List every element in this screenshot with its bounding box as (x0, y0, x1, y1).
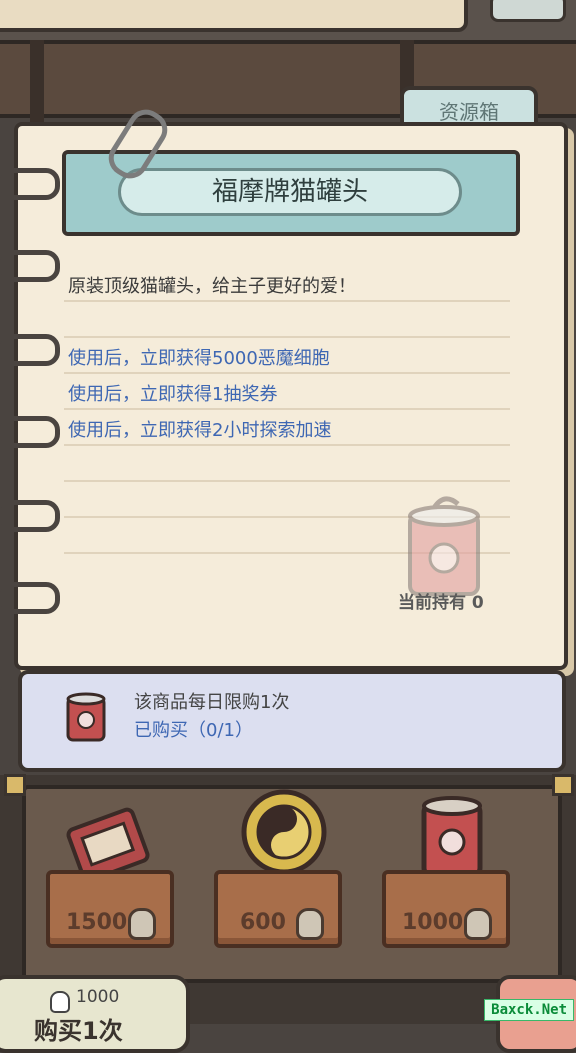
binder-ring (0, 250, 60, 282)
price-plank: 1500 (46, 870, 174, 948)
corner-bracket (552, 774, 574, 796)
top-right-decoration (490, 0, 566, 22)
item-effect-2: 使用后，立即获得1抽奖券 (68, 384, 278, 405)
demon-cell-icon (464, 908, 492, 940)
top-resource-bar (0, 0, 468, 32)
wood-beam (30, 40, 44, 130)
price-label: 1000 (402, 910, 464, 935)
buy-once-button[interactable]: 1000 购买1次 (0, 975, 190, 1053)
purchased-count-text: 已购买（0/1） (134, 720, 253, 741)
binder-ring (0, 500, 60, 532)
cat-can-icon (408, 496, 480, 596)
holding-count: 当前持有 0 (398, 593, 484, 613)
price-plank: 1000 (382, 870, 510, 948)
demon-cell-icon (50, 991, 70, 1013)
demon-cell-icon (296, 908, 324, 940)
binder-ring (0, 168, 60, 200)
demon-cell-icon (128, 908, 156, 940)
daily-limit-text: 该商品每日限购1次 (134, 692, 290, 713)
buy-label: 购买1次 (34, 1017, 123, 1045)
binder-ring (0, 416, 60, 448)
price-plank: 600 (214, 870, 342, 948)
binder-ring (0, 582, 60, 614)
watermark: Baxck.Net (484, 999, 574, 1021)
buy-price: 1000 (76, 987, 120, 1007)
cat-can-icon (66, 692, 106, 742)
item-effect-1: 使用后，立即获得5000恶魔细胞 (68, 348, 330, 369)
corner-bracket (4, 774, 26, 796)
item-title: 福摩牌猫罐头 (118, 168, 462, 216)
item-effect-3: 使用后，立即获得2小时探索加速 (68, 420, 332, 441)
yin-yang-coin-icon (241, 789, 327, 875)
price-label: 600 (240, 910, 286, 935)
price-label: 1500 (66, 910, 128, 935)
binder-ring (0, 334, 60, 366)
item-description: 原装顶级猫罐头，给主子更好的爱！ (68, 276, 356, 297)
